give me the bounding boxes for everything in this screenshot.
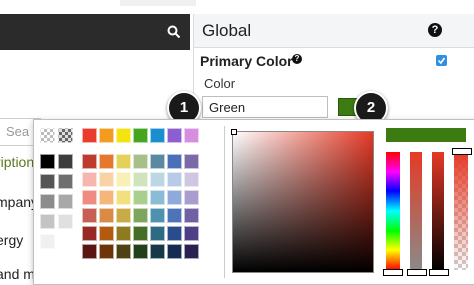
swatch-palette[interactable] [184, 226, 199, 241]
table-header-description: ription [0, 154, 35, 170]
alpha-slider-handle[interactable] [452, 148, 472, 155]
swatch-color[interactable] [184, 128, 199, 143]
top-search-bar[interactable] [0, 14, 190, 50]
swatch-color[interactable] [99, 128, 114, 143]
swatch-palette[interactable] [133, 154, 148, 169]
hue-slider[interactable] [386, 152, 400, 270]
swatch-gray[interactable] [40, 214, 55, 229]
primary-color-label: Primary Color [200, 53, 293, 69]
swatch-palette[interactable] [82, 244, 97, 259]
swatch-gray[interactable] [40, 234, 55, 249]
swatch-color[interactable] [150, 128, 165, 143]
swatch-color[interactable] [167, 128, 182, 143]
color-label: Color [204, 76, 236, 91]
primary-color-help-icon[interactable]: ? [292, 54, 302, 64]
swatch-palette[interactable] [184, 208, 199, 223]
swatch-palette[interactable] [133, 208, 148, 223]
swatch-palette[interactable] [184, 172, 199, 187]
saturation-value-area[interactable] [232, 131, 374, 273]
alpha-slider[interactable] [454, 152, 468, 270]
swatch-palette[interactable] [150, 226, 165, 241]
swatch-palette[interactable] [82, 208, 97, 223]
swatch-transparent-dark[interactable] [58, 128, 73, 143]
swatch-color[interactable] [133, 128, 148, 143]
panel-header: Global ? [194, 14, 474, 48]
current-color-preview [386, 128, 466, 142]
swatch-palette[interactable] [184, 244, 199, 259]
swatch-palette[interactable] [167, 154, 182, 169]
swatch-palette[interactable] [116, 208, 131, 223]
swatch-palette[interactable] [116, 190, 131, 205]
hue-slider-handle[interactable] [383, 269, 403, 276]
panel-title: Global [202, 21, 252, 40]
swatch-palette[interactable] [133, 226, 148, 241]
swatch-palette[interactable] [116, 154, 131, 169]
table-row-land: and m [0, 266, 35, 282]
swatch-palette[interactable] [116, 172, 131, 187]
swatch-palette[interactable] [167, 244, 182, 259]
swatch-palette[interactable] [167, 190, 182, 205]
swatch-palette[interactable] [150, 172, 165, 187]
swatch-palette[interactable] [167, 226, 182, 241]
picker-divider [224, 126, 225, 278]
swatch-palette[interactable] [150, 244, 165, 259]
swatch-gray[interactable] [40, 174, 55, 189]
swatch-gray[interactable] [58, 194, 73, 209]
swatch-gray[interactable] [40, 154, 55, 169]
swatch-gray[interactable] [58, 234, 73, 249]
color-picker-popover [33, 119, 474, 285]
primary-color-checkbox[interactable] [436, 55, 447, 66]
table-row-energy: ergy [0, 232, 24, 248]
swatch-color[interactable] [116, 128, 131, 143]
saturation-slider[interactable] [410, 152, 422, 270]
color-value-input[interactable] [202, 96, 328, 118]
swatch-gray[interactable] [58, 174, 73, 189]
swatch-palette[interactable] [99, 208, 114, 223]
value-slider-handle[interactable] [429, 269, 449, 276]
value-slider[interactable] [432, 152, 444, 270]
saturation-slider-handle[interactable] [407, 269, 427, 276]
swatch-palette[interactable] [167, 172, 182, 187]
swatch-palette[interactable] [150, 154, 165, 169]
swatch-palette[interactable] [133, 190, 148, 205]
swatch-palette[interactable] [167, 208, 182, 223]
swatch-palette[interactable] [99, 154, 114, 169]
help-icon[interactable]: ? [428, 23, 442, 37]
swatch-palette[interactable] [99, 190, 114, 205]
swatch-palette[interactable] [184, 154, 199, 169]
top-strip [120, 0, 196, 6]
swatch-palette[interactable] [82, 172, 97, 187]
swatch-palette[interactable] [150, 208, 165, 223]
swatch-palette[interactable] [116, 244, 131, 259]
swatch-palette[interactable] [82, 154, 97, 169]
swatch-gray[interactable] [58, 154, 73, 169]
swatch-palette[interactable] [116, 226, 131, 241]
swatch-gray[interactable] [40, 194, 55, 209]
swatch-palette[interactable] [99, 244, 114, 259]
swatch-palette[interactable] [99, 172, 114, 187]
swatch-palette[interactable] [99, 226, 114, 241]
swatch-color[interactable] [82, 128, 97, 143]
swatch-palette[interactable] [150, 190, 165, 205]
search-icon[interactable] [167, 25, 181, 39]
swatch-palette[interactable] [133, 172, 148, 187]
saturation-value-marker[interactable] [231, 129, 237, 135]
search-input-text: Sea [6, 124, 30, 139]
swatch-transparent[interactable] [40, 128, 55, 143]
swatch-palette[interactable] [133, 244, 148, 259]
swatch-gray[interactable] [58, 214, 73, 229]
swatch-palette[interactable] [82, 226, 97, 241]
swatch-palette[interactable] [82, 190, 97, 205]
swatch-palette[interactable] [184, 190, 199, 205]
